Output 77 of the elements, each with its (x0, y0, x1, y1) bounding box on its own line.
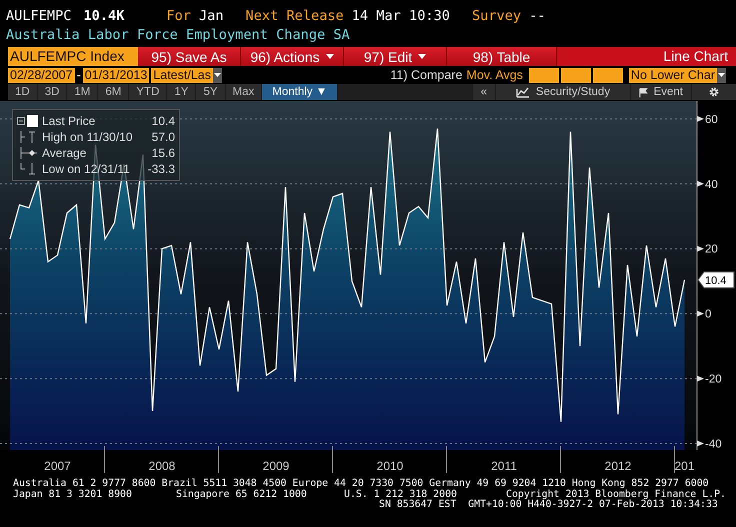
chart-type-label: Line Chart (663, 47, 729, 66)
last-price-marker-icon (17, 115, 39, 127)
event-button[interactable]: Event (631, 84, 691, 100)
period-tab[interactable]: 1Y (167, 84, 196, 100)
y-tick (697, 180, 704, 187)
footer-text: Copyright 2013 Bloomberg Finance L.P. (506, 490, 726, 500)
year-label: 201 (674, 459, 695, 473)
compare-input[interactable] (528, 68, 559, 82)
period-tab[interactable]: Max (226, 84, 262, 100)
legend-value: -33.3 (148, 162, 175, 176)
y-tick (697, 116, 704, 122)
year-label: 2012 (604, 459, 632, 473)
security-field[interactable]: AULFEMPC Index (8, 47, 138, 66)
footer-text: Australia 61 2 9777 8600 Brazil 5511 3048 4500 Europe 44 20 7330 7500 Germany 49 69 9204 1210 Hong Kong 852 2977 6000 (13, 479, 709, 490)
compare-input[interactable] (560, 68, 591, 82)
field-label: Survey (472, 8, 522, 26)
field-value: -- (529, 8, 546, 26)
last-value-tag: 10.4 (697, 271, 734, 288)
y-tick-label: 40 (705, 178, 718, 191)
footer-text: Japan 81 3 3201 8900 (13, 490, 133, 500)
toolbar-button[interactable]: 96) Actions (241, 47, 344, 66)
line-chart-icon (516, 86, 530, 98)
field-value: 14 Mar 10:30 (352, 8, 450, 26)
legend-value: 15.6 (152, 146, 175, 160)
footer-text: U.S. 1 212 318 2000 (344, 490, 458, 500)
security-study-button[interactable]: Security/Study (496, 84, 630, 100)
y-tick-label: 60 (705, 114, 718, 126)
period-tab[interactable]: 3D (38, 84, 66, 100)
ticker: AULFEMPC (6, 8, 72, 26)
y-tick (697, 376, 704, 382)
last-value: 10.4K (83, 8, 124, 26)
toolbar-button[interactable]: 95) Save As (138, 47, 241, 66)
collapse-button[interactable]: « (472, 84, 495, 100)
date-separator: - (76, 68, 81, 82)
lower-chart-dropdown[interactable]: No Lower Char (628, 68, 726, 82)
y-tick-label: -20 (705, 374, 722, 386)
y-tick (697, 310, 704, 317)
period-tab[interactable]: YTD (129, 84, 166, 100)
legend-value: 10.4 (152, 114, 175, 128)
legend-label: High on 11/30/10 (42, 130, 134, 144)
y-tick-label: -40 (705, 438, 722, 450)
flag-icon (639, 86, 648, 98)
legend-label: Low on 12/31/11 (42, 162, 131, 176)
end-date-field[interactable]: 01/31/2013 (82, 68, 150, 82)
y-tick-label: 0 (705, 308, 712, 321)
year-label: 2008 (148, 459, 176, 473)
period-tab[interactable]: 5Y (196, 84, 225, 100)
footer-text: Singapore 65 6212 1000 (176, 490, 308, 500)
caret-icon (214, 73, 221, 77)
year-label: 2009 (262, 459, 290, 473)
footer-text: SN 853647 EST GMT+10:00 H440-3927-2 07-Feb-2013 10:34:33 (379, 500, 718, 510)
settings-button[interactable] (692, 84, 736, 100)
field-value: Jan (198, 8, 224, 26)
year-label: 2011 (491, 459, 517, 473)
period-dropdown[interactable]: Latest/Las (151, 68, 222, 82)
period-tab[interactable]: 1D (8, 84, 37, 100)
series-title: Australia Labor Force Employment Change SA (6, 27, 350, 43)
legend-label: Average (42, 146, 88, 160)
start-date-field[interactable]: 02/28/2007 (8, 68, 75, 82)
compare-input[interactable] (592, 68, 623, 82)
toolbar-button[interactable]: 98) Table (447, 47, 557, 66)
y-tick-label: 20 (705, 244, 718, 256)
period-tab[interactable]: 6M (98, 84, 128, 100)
y-tick (697, 246, 704, 252)
period-tab[interactable]: 1M (67, 84, 98, 100)
field-label: For (166, 8, 191, 26)
caret-icon (718, 73, 725, 77)
y-tick (697, 440, 704, 446)
settings-icon (708, 86, 720, 98)
toolbar-button[interactable]: 97) Edit (344, 47, 447, 66)
legend-label: Last Price (42, 114, 96, 128)
compare-label: 11) Compare (390, 68, 462, 82)
period-tab[interactable]: Monthly ▼ (262, 84, 338, 100)
legend-value: 57.0 (152, 130, 175, 144)
field-label: Next Release (246, 8, 344, 26)
year-label: 2010 (376, 459, 404, 473)
year-label: 2007 (44, 459, 71, 473)
